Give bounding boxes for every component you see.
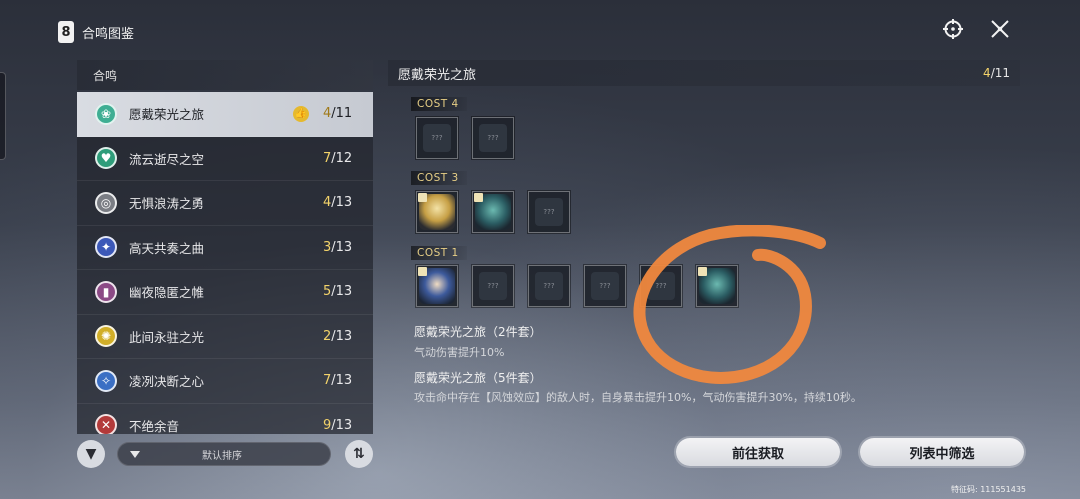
sonata-count: 3/13 xyxy=(323,240,373,255)
filter-button[interactable]: ▼ xyxy=(77,440,105,468)
sonata-count-total: /13 xyxy=(331,195,353,211)
set-title: 愿戴荣光之旅 xyxy=(398,67,477,83)
set-count: 4/11 xyxy=(983,66,1010,80)
wave-emblem-icon: ◎ xyxy=(95,191,117,214)
set-bonus-2-desc: 气动伤害提升10% xyxy=(414,346,505,359)
unknown-echo-icon: ??? xyxy=(535,272,563,300)
unknown-echo-icon: ??? xyxy=(423,124,451,152)
side-drawer-handle[interactable] xyxy=(0,72,6,160)
unknown-echo-icon: ??? xyxy=(591,272,619,300)
app-icon: 8 xyxy=(58,21,74,43)
device-code: 特征码: 111551435 xyxy=(950,485,1026,494)
annotation-circle xyxy=(633,225,826,384)
unknown-echo-icon: ??? xyxy=(535,198,563,226)
unknown-echo-icon: ??? xyxy=(479,124,507,152)
echo-emblem-icon: ✕ xyxy=(95,414,117,434)
sonata-count-total: /13 xyxy=(331,239,353,255)
sun-emblem-icon: ✺ xyxy=(95,325,117,348)
sonata-name: 幽夜隐匿之帷 xyxy=(129,285,205,301)
sonata-count-total: /13 xyxy=(331,284,353,300)
echo-slot-owned[interactable] xyxy=(471,190,515,234)
sonata-list-item[interactable]: ✦ 高天共奏之曲 3/13 xyxy=(77,226,373,270)
sonata-count-total: /13 xyxy=(331,417,353,433)
sort-bar: ▼ 默认排序 ⇅ xyxy=(77,440,373,468)
sonata-list-item[interactable]: ❀ 愿戴荣光之旅 👍 4/11 xyxy=(77,92,373,137)
sort-order-button[interactable]: ⇅ xyxy=(345,440,373,468)
owned-badge-icon xyxy=(418,267,427,276)
echo-slot-owned[interactable] xyxy=(415,264,459,308)
wind-emblem-icon: ♥ xyxy=(95,147,117,170)
sonata-count: 4/13 xyxy=(323,195,373,210)
sonata-name: 凌冽决断之心 xyxy=(129,374,205,390)
goto-acquire-button[interactable]: 前往获取 xyxy=(676,438,840,466)
echo-slot-unknown[interactable]: ??? xyxy=(471,116,515,160)
sonata-count-total: /11 xyxy=(331,106,353,122)
echo-slot-unknown[interactable]: ??? xyxy=(583,264,627,308)
sonata-list-header: 合鸣 xyxy=(77,60,373,90)
sonata-count: 7/13 xyxy=(323,373,373,388)
sonata-count: 5/13 xyxy=(323,284,373,299)
sort-label: 默认排序 xyxy=(202,450,242,462)
close-icon xyxy=(991,20,1009,38)
sonata-count: 2/13 xyxy=(323,329,373,344)
title-bar: 8 合鸣图鉴 xyxy=(58,18,134,46)
sonata-list-item[interactable]: ◎ 无惧浪涛之勇 4/13 xyxy=(77,181,373,226)
set-bonus-5-title: 愿戴荣光之旅（5件套） xyxy=(414,371,542,385)
set-count-total: /11 xyxy=(990,66,1010,80)
sonata-list-item[interactable]: ✕ 不绝余音 9/13 xyxy=(77,404,373,434)
sonata-count-total: /12 xyxy=(331,150,353,166)
veil-emblem-icon: ▮ xyxy=(95,280,117,303)
sonata-list-item[interactable]: ▮ 幽夜隐匿之帷 5/13 xyxy=(77,270,373,315)
sonata-count: 4/11 xyxy=(323,106,373,121)
star-emblem-icon: ✦ xyxy=(95,236,117,259)
echo-slot-unknown[interactable]: ??? xyxy=(471,264,515,308)
owned-badge-icon xyxy=(418,193,427,202)
sonata-name: 不绝余音 xyxy=(129,418,180,434)
dropdown-triangle-icon xyxy=(130,450,140,458)
sonata-list-item[interactable]: ♥ 流云逝尽之空 7/12 xyxy=(77,137,373,181)
thumbs-up-icon: 👍 xyxy=(293,105,309,122)
filter-in-list-button[interactable]: 列表中筛选 xyxy=(860,438,1024,466)
cost-label: COST 1 xyxy=(411,246,467,260)
sonata-name: 高天共奏之曲 xyxy=(129,240,205,256)
cost-label: COST 3 xyxy=(411,171,467,185)
echo-slot-unknown[interactable]: ??? xyxy=(527,190,571,234)
echo-slot-unknown[interactable]: ??? xyxy=(415,116,459,160)
cost-label: COST 4 xyxy=(411,97,467,111)
sonata-list[interactable]: ❀ 愿戴荣光之旅 👍 4/11 ♥ 流云逝尽之空 7/12 ◎ 无惧浪涛之勇 4/13 ✦ 高天共奏之… xyxy=(77,92,373,434)
sonata-name: 无惧浪涛之勇 xyxy=(129,196,205,212)
sonata-list-item[interactable]: ✧ 凌冽决断之心 7/13 xyxy=(77,359,373,404)
unknown-echo-icon: ??? xyxy=(479,272,507,300)
sonata-list-item[interactable]: ✺ 此间永驻之光 2/13 xyxy=(77,315,373,359)
sonata-count: 9/13 xyxy=(323,418,373,433)
sonata-name: 流云逝尽之空 xyxy=(129,151,205,167)
echo-slot-owned[interactable] xyxy=(415,190,459,234)
set-bonus-2-title: 愿戴荣光之旅（2件套） xyxy=(414,325,542,339)
set-detail-header: 愿戴荣光之旅 4/11 xyxy=(388,60,1020,86)
compass-emblem-icon: ✧ xyxy=(95,369,117,392)
sonata-count-total: /13 xyxy=(331,328,353,344)
echo-slot-unknown[interactable]: ??? xyxy=(527,264,571,308)
close-button[interactable] xyxy=(987,16,1013,42)
window-title: 合鸣图鉴 xyxy=(82,26,135,42)
locate-button[interactable] xyxy=(940,16,966,42)
sonata-count: 7/12 xyxy=(323,151,373,166)
sonata-count-total: /13 xyxy=(331,373,353,389)
sonata-name: 愿戴荣光之旅 xyxy=(129,107,205,123)
set-count-owned: 4 xyxy=(983,66,991,80)
leaf-emblem-icon: ❀ xyxy=(95,102,117,125)
sonata-name: 此间永驻之光 xyxy=(129,329,205,345)
sort-dropdown[interactable]: 默认排序 xyxy=(117,442,331,466)
sort-order-icon: ⇅ xyxy=(353,446,365,462)
crosshair-icon xyxy=(943,19,963,39)
owned-badge-icon xyxy=(474,193,483,202)
filter-icon: ▼ xyxy=(85,446,97,462)
